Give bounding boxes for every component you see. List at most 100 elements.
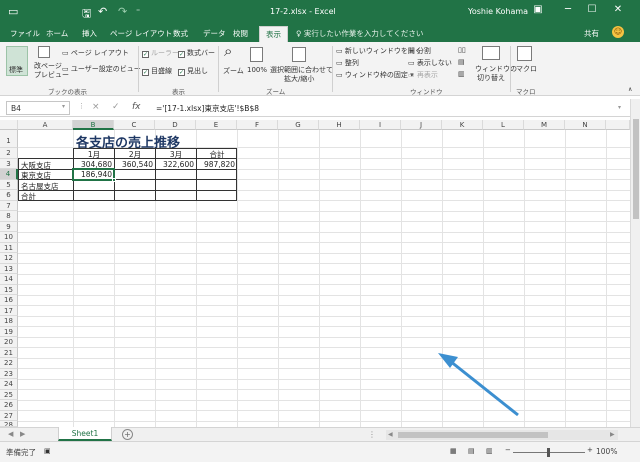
select-all-corner[interactable] xyxy=(0,120,18,130)
cell-a4[interactable]: 東京支店 xyxy=(19,170,73,181)
column-header[interactable] xyxy=(606,120,630,130)
macro-record-icon[interactable]: ▣ xyxy=(44,447,51,455)
vertical-scrollbar[interactable] xyxy=(630,99,640,429)
insert-function-icon[interactable]: fx xyxy=(132,102,141,112)
zoom-button[interactable]: ズーム xyxy=(223,66,244,76)
macro-button[interactable]: マクロ xyxy=(516,64,537,74)
tab-insert[interactable]: 挿入 xyxy=(82,28,97,39)
row-header[interactable]: 13 xyxy=(0,263,18,274)
sheet-nav-prev-icon[interactable]: ◀ xyxy=(8,430,13,438)
horizontal-scrollbar[interactable]: ◀ ▶ xyxy=(386,430,618,440)
row-header[interactable]: 25 xyxy=(0,389,18,400)
column-header[interactable]: F xyxy=(237,120,278,130)
zoom-out-icon[interactable]: − xyxy=(505,446,511,454)
save-icon[interactable]: 🖫 xyxy=(82,5,91,24)
cell-a6[interactable]: 合計 xyxy=(19,191,73,202)
row-header[interactable]: 24 xyxy=(0,379,18,390)
column-header[interactable]: K xyxy=(442,120,483,130)
switch-windows-label-2[interactable]: 切り替え xyxy=(477,73,505,83)
tab-split-grip-icon[interactable]: ⋮ xyxy=(368,430,376,439)
arrange-all-button[interactable]: ▭ 整列 xyxy=(336,58,359,68)
enter-icon[interactable]: ✓ xyxy=(112,102,120,112)
row-header[interactable]: 22 xyxy=(0,358,18,369)
reset-window-position-icon[interactable]: ▥ xyxy=(458,70,465,78)
tab-review[interactable]: 校閲 xyxy=(233,28,248,39)
fill-handle[interactable] xyxy=(112,178,116,182)
active-cell-selection[interactable] xyxy=(72,168,115,181)
column-header[interactable]: A xyxy=(18,120,73,130)
row-header[interactable]: 9 xyxy=(0,221,18,232)
unhide-button[interactable]: ▭ 再表示 xyxy=(408,70,438,80)
column-header[interactable]: G xyxy=(278,120,319,130)
row-header[interactable]: 3 xyxy=(0,158,18,169)
formula-bar-checkbox[interactable]: ✓ 数式バー xyxy=(178,48,215,58)
redo-icon[interactable]: ↷ xyxy=(118,5,127,18)
row-header[interactable]: 5 xyxy=(0,179,18,190)
formula-input[interactable]: ='[17-1.xlsx]東京支店'!$B$8 xyxy=(156,103,259,114)
row-header[interactable]: 4 xyxy=(0,169,18,180)
column-header[interactable]: J xyxy=(401,120,442,130)
tab-formulas[interactable]: 数式 xyxy=(173,28,188,39)
user-name[interactable]: Yoshie Kohama xyxy=(468,7,528,16)
name-box-dropdown-icon[interactable]: ▾ xyxy=(62,103,65,110)
sheet-tab-sheet1[interactable]: Sheet1 xyxy=(58,427,112,441)
column-header[interactable]: N xyxy=(565,120,606,130)
column-header[interactable]: C xyxy=(114,120,155,130)
cell-e3[interactable]: 987,820 xyxy=(197,160,237,169)
row-header[interactable]: 17 xyxy=(0,305,18,316)
feedback-smiley-icon[interactable]: ☺ xyxy=(612,26,624,38)
row-header[interactable]: 7 xyxy=(0,200,18,211)
tab-view[interactable]: 表示 xyxy=(259,26,288,42)
row-header[interactable]: 15 xyxy=(0,284,18,295)
autosave-icon[interactable]: ▭ xyxy=(8,5,18,18)
page-break-preview-icon[interactable]: ▥ xyxy=(486,447,493,455)
page-layout-view-button[interactable]: ▭ ページ レイアウト xyxy=(62,48,129,58)
column-header[interactable]: I xyxy=(360,120,401,130)
cancel-icon[interactable]: × xyxy=(92,102,100,112)
collapse-ribbon-icon[interactable]: ∧ xyxy=(628,86,632,93)
freeze-panes-button[interactable]: ▭ ウィンドウ枠の固定 ▾ xyxy=(336,70,414,80)
customize-qat-icon[interactable]: ⁼ xyxy=(136,7,140,16)
tab-data[interactable]: データ xyxy=(203,28,226,39)
page-layout-icon[interactable]: ▤ xyxy=(468,447,475,455)
tab-page-layout[interactable]: ページ レイアウト xyxy=(110,28,172,39)
cell-d3[interactable]: 322,600 xyxy=(156,160,196,169)
ribbon-display-icon[interactable]: ▣ xyxy=(530,4,546,18)
row-header[interactable]: 23 xyxy=(0,368,18,379)
sheet-nav-next-icon[interactable]: ▶ xyxy=(20,430,25,438)
column-header[interactable]: B xyxy=(73,120,114,130)
row-header[interactable]: 14 xyxy=(0,274,18,285)
row-header[interactable]: 10 xyxy=(0,232,18,243)
view-side-by-side-icon[interactable]: ▯▯ xyxy=(458,46,466,54)
zoom-level[interactable]: 100% xyxy=(596,447,617,456)
row-header[interactable]: 16 xyxy=(0,295,18,306)
cell-d2[interactable]: 3月 xyxy=(156,149,196,160)
name-box[interactable]: B4 xyxy=(6,101,70,115)
synchronous-scroll-icon[interactable]: ▤ xyxy=(458,58,465,66)
column-header[interactable]: E xyxy=(196,120,237,130)
zoom-to-selection-label-2[interactable]: 拡大/縮小 xyxy=(284,74,314,84)
split-button[interactable]: ▭ 分割 xyxy=(408,46,431,56)
column-header[interactable]: L xyxy=(483,120,524,130)
row-header[interactable]: 6 xyxy=(0,190,18,201)
row-header[interactable]: 21 xyxy=(0,347,18,358)
row-header[interactable]: 20 xyxy=(0,337,18,348)
gridlines-checkbox[interactable]: ✓ 目盛線 xyxy=(142,66,172,76)
tab-file[interactable]: ファイル xyxy=(10,28,40,39)
row-header[interactable]: 26 xyxy=(0,400,18,411)
row-header[interactable]: 12 xyxy=(0,253,18,264)
zoom-100-button[interactable]: 100% xyxy=(247,66,267,74)
cell-b2[interactable]: 1月 xyxy=(74,149,114,160)
cell-c2[interactable]: 2月 xyxy=(115,149,155,160)
undo-icon[interactable]: ↶ xyxy=(98,5,107,18)
horizontal-scroll-thumb[interactable] xyxy=(398,432,548,438)
headings-checkbox[interactable]: ✓ 見出し xyxy=(178,66,208,76)
close-icon[interactable]: ✕ xyxy=(610,4,626,18)
row-header[interactable]: 1 xyxy=(0,130,18,148)
worksheet-grid[interactable]: A B C D E F G H I J K L M N 1 2 3 4 5 6 … xyxy=(0,120,630,427)
maximize-icon[interactable]: ☐ xyxy=(584,4,600,18)
share-button[interactable]: 共有 xyxy=(584,28,599,39)
expand-formula-bar-icon[interactable]: ▾ xyxy=(618,104,621,111)
row-header[interactable]: 2 xyxy=(0,148,18,159)
column-header[interactable]: H xyxy=(319,120,360,130)
